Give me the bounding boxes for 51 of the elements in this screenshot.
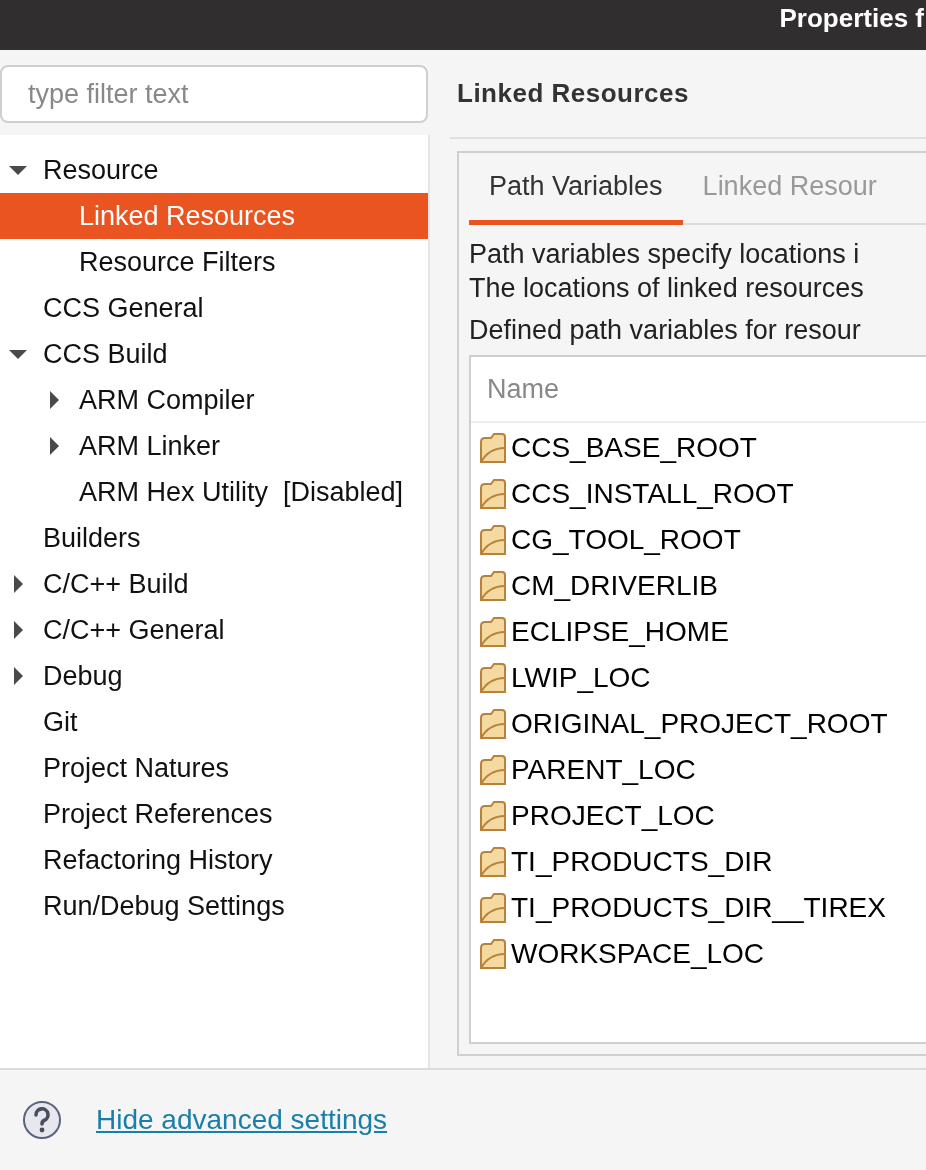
table-cell[interactable]: LWIP_LOC <box>511 662 651 694</box>
description-text: Path variables specify locations i <box>469 238 861 271</box>
folder-icon <box>479 432 507 464</box>
folder-icon <box>479 570 507 602</box>
folder-icon <box>479 938 507 970</box>
table-cell[interactable]: PARENT_LOC <box>511 754 696 786</box>
tree-item[interactable]: CCS General <box>0 285 428 331</box>
tree-item[interactable]: Builders <box>0 515 428 561</box>
table-cell[interactable]: ORIGINAL_PROJECT_ROOT <box>511 708 888 740</box>
folder-icon <box>479 800 507 832</box>
table-cell[interactable]: WORKSPACE_LOC <box>511 938 765 970</box>
tree-item[interactable]: ARM Compiler <box>0 377 428 423</box>
tree-item[interactable]: Resource <box>0 147 428 193</box>
tree-item[interactable]: C/C++ Build <box>0 561 428 607</box>
folder-icon <box>479 708 507 740</box>
table-cell[interactable]: CG_TOOL_ROOT <box>511 524 741 556</box>
folder-icon <box>479 478 507 510</box>
column-header[interactable]: Name <box>471 373 560 405</box>
hide-advanced-settings-link[interactable]: Hide advanced settings <box>96 1104 388 1136</box>
tree-item[interactable]: ARM Hex Utility [Disabled] <box>0 469 428 515</box>
tree-item[interactable]: Linked Resources <box>0 193 428 239</box>
tree-item[interactable]: Refactoring History <box>0 837 428 883</box>
help-icon[interactable] <box>22 1100 62 1140</box>
folder-icon <box>479 754 507 786</box>
table-cell[interactable]: CCS_INSTALL_ROOT <box>511 478 794 510</box>
table-cell[interactable]: CCS_BASE_ROOT <box>511 432 757 464</box>
folder-icon <box>479 616 507 648</box>
table-cell[interactable]: TI_PRODUCTS_DIR <box>511 846 773 878</box>
folder-icon <box>479 892 507 924</box>
table-cell[interactable]: ECLIPSE_HOME <box>511 616 729 648</box>
window-title: Properties f <box>779 2 924 35</box>
tab[interactable]: Path Variables <box>469 153 683 225</box>
tree-item[interactable]: Run/Debug Settings <box>0 883 428 929</box>
filter-field[interactable]: type filter text <box>0 65 428 123</box>
tree-item[interactable]: Git <box>0 699 428 745</box>
table-cell[interactable]: PROJECT_LOC <box>511 800 715 832</box>
page-title: Linked Resources <box>450 50 926 139</box>
tree-item[interactable]: C/C++ General <box>0 607 428 653</box>
tree-item[interactable]: Resource Filters <box>0 239 428 285</box>
folder-icon <box>479 662 507 694</box>
folder-icon <box>479 524 507 556</box>
tree-item[interactable]: ARM Linker <box>0 423 428 469</box>
table-caption: Defined path variables for resour <box>469 314 862 347</box>
description-text: The locations of linked resources <box>469 272 865 305</box>
tree-item[interactable]: CCS Build <box>0 331 428 377</box>
table-cell[interactable]: CM_DRIVERLIB <box>511 570 718 602</box>
tree-item[interactable]: Project Natures <box>0 745 428 791</box>
tree-item[interactable]: Debug <box>0 653 428 699</box>
tree-item[interactable]: Project References <box>0 791 428 837</box>
folder-icon <box>479 846 507 878</box>
table-cell[interactable]: TI_PRODUCTS_DIR__TIREX <box>511 892 886 924</box>
